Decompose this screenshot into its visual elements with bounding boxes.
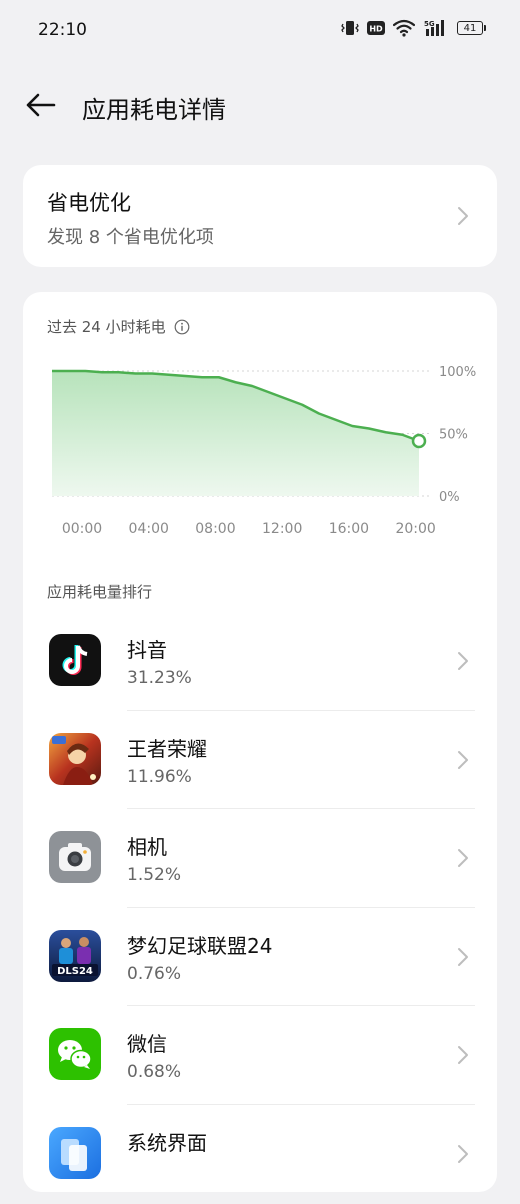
status-icons: HD 5G 41 [341,19,486,37]
app-name: 微信 [127,1032,167,1057]
x-tick-label: 04:00 [129,521,169,537]
wifi-icon [393,19,415,37]
y-tick-label: 0% [439,490,460,505]
usage-area [52,371,419,496]
app-percent: 31.23% [127,668,192,688]
douyin-icon [49,634,101,686]
chevron-right-icon [458,1046,468,1065]
usage-title-row: 过去 24 小时耗电 [47,316,190,337]
optimization-subtitle: 发现 8 个省电优化项 [47,227,214,248]
battery-usage-chart: 100% 50% 0% 00:00 04:00 08:00 12:00 16:00 20:00 [52,365,476,537]
list-item[interactable]: 微信 0.68% [23,1006,497,1105]
app-name: 梦幻足球联盟24 [127,933,273,958]
usage-title: 过去 24 小时耗电 [47,318,166,336]
header: 应用耗电详情 [0,80,520,130]
y-tick-label: 100% [439,365,476,380]
app-ranking-list: 抖音 31.23% 王者荣耀 11.96% 相机 1.52% DLS24 梦幻足… [23,612,497,1204]
power-optimization-card[interactable]: 省电优化 发现 8 个省电优化项 [23,165,497,267]
page-title: 应用耗电详情 [82,96,226,124]
app-name: 系统界面 [127,1130,207,1155]
app-name: 相机 [127,835,167,860]
list-item[interactable]: DLS24 梦幻足球联盟24 0.76% [23,908,497,1007]
system-ui-icon [49,1126,101,1179]
hd-label: HD [369,25,383,34]
chevron-right-icon [458,849,468,868]
list-item[interactable]: 王者荣耀 11.96% [23,711,497,810]
info-icon[interactable] [174,319,190,335]
x-tick-label: 12:00 [262,521,302,537]
list-item[interactable]: 系统界面 [23,1105,497,1204]
optimization-title: 省电优化 [47,191,131,215]
app-percent: 11.96% [127,766,192,787]
back-arrow-icon[interactable] [24,90,58,120]
wechat-icon [49,1028,101,1081]
app-name: 抖音 [127,638,167,662]
x-tick-label: 00:00 [62,521,102,537]
chevron-right-icon [458,207,468,225]
svg-text:DLS24: DLS24 [57,966,93,977]
honor-of-kings-icon [49,732,101,785]
signal-5g-icon: 5G [424,20,444,36]
camera-icon [49,831,101,884]
battery-icon: 41 [457,21,486,35]
chevron-right-icon [458,1144,468,1163]
vibrate-icon [341,21,359,35]
app-percent: 0.68% [127,1062,182,1083]
app-percent: 1.52% [127,865,182,886]
list-item[interactable]: 抖音 31.23% [23,612,497,711]
status-time: 22:10 [38,20,87,40]
network-type-label: 5G [424,20,435,28]
ranking-title: 应用耗电量排行 [47,583,153,601]
chevron-right-icon [458,750,468,769]
usage-card: 过去 24 小时耗电 100% 50% 0% 00:00 04:00 08:00 12:00… [23,292,497,1192]
x-tick-label: 08:00 [195,521,235,537]
x-tick-label: 16:00 [329,521,369,537]
hd-icon: HD [367,21,385,35]
chevron-right-icon [458,947,468,966]
app-name: 王者荣耀 [127,736,207,761]
dls24-icon: DLS24 [49,929,101,982]
chevron-right-icon [458,652,468,670]
status-bar: 22:10 HD 5G 41 [0,0,520,60]
battery-level: 41 [457,21,483,35]
current-level-marker [411,433,427,449]
app-percent: 0.76% [127,963,182,984]
x-tick-label: 20:00 [395,521,435,537]
y-tick-label: 50% [439,428,468,443]
list-item[interactable]: 相机 1.52% [23,809,497,908]
